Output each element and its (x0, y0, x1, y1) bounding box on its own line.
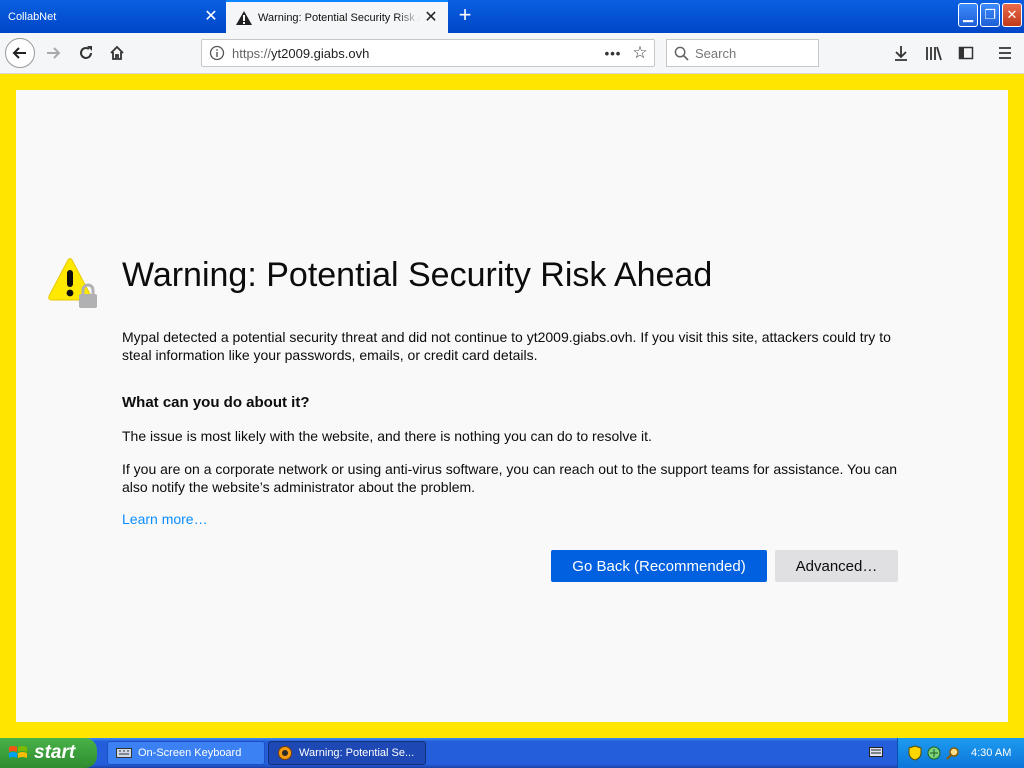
reload-button[interactable] (72, 39, 100, 67)
library-button[interactable] (920, 39, 948, 67)
search-bar[interactable]: Search (666, 39, 819, 67)
window-controls: ▁ ❐ ✕ (958, 3, 1022, 27)
magnifier-icon[interactable] (946, 746, 960, 760)
task-label: On-Screen Keyboard (138, 747, 242, 759)
home-icon (110, 45, 124, 60)
home-button[interactable] (103, 39, 131, 67)
network-icon[interactable] (927, 746, 941, 760)
subheading: What can you do about it? (122, 394, 310, 411)
bookmark-star-icon[interactable]: ☆ (626, 43, 654, 63)
browser-icon (278, 746, 292, 760)
restore-button[interactable]: ❐ (980, 3, 1000, 27)
library-icon (926, 46, 942, 61)
arrow-left-icon (12, 47, 26, 59)
windows-logo-icon (9, 746, 27, 758)
url-text[interactable]: https://yt2009.giabs.ovh (232, 46, 600, 61)
taskbar-item-browser[interactable]: Warning: Potential Se... (268, 741, 426, 765)
search-icon (667, 46, 695, 61)
tab-strip: CollabNet ✕ Warning: Potential Security … (0, 0, 1024, 33)
clock: 4:30 AM (971, 747, 1012, 759)
taskbar: start On-Screen Keyboard Warning: Potent… (0, 738, 1024, 768)
sidebar-button[interactable] (952, 39, 980, 67)
explanation-text: The issue is most likely with the websit… (122, 428, 652, 444)
page-actions-icon[interactable]: ••• (600, 46, 626, 61)
warning-lock-icon (48, 258, 97, 308)
hamburger-menu-icon (999, 47, 1011, 59)
download-icon (895, 46, 907, 61)
info-icon[interactable] (202, 45, 232, 61)
arrow-right-icon (47, 47, 61, 59)
navigation-toolbar: https://yt2009.giabs.ovh ••• ☆ Search (0, 33, 1024, 74)
start-button[interactable]: start (0, 738, 97, 768)
tab-security-warning[interactable]: Warning: Potential Security Risk Ahead ✕ (226, 0, 448, 33)
system-tray: 4:30 AM (897, 738, 1024, 768)
task-label: Warning: Potential Se... (299, 747, 415, 759)
keyboard-tray-icon[interactable] (869, 747, 883, 757)
tab-title: CollabNet (8, 10, 57, 23)
close-window-button[interactable]: ✕ (1002, 3, 1022, 27)
forward-button[interactable] (39, 39, 67, 67)
back-button[interactable] (5, 38, 35, 68)
advanced-button[interactable]: Advanced… (775, 550, 898, 582)
start-label: start (34, 742, 76, 763)
sidebar-icon (958, 46, 974, 60)
tab-collabnet[interactable]: CollabNet ✕ (0, 0, 226, 33)
shield-icon[interactable] (908, 745, 922, 761)
learn-more-link[interactable]: Learn more… (122, 511, 208, 527)
downloads-button[interactable] (887, 39, 915, 67)
keyboard-icon (116, 748, 132, 758)
url-bar[interactable]: https://yt2009.giabs.ovh ••• ☆ (201, 39, 655, 67)
new-tab-button[interactable]: + (452, 4, 478, 28)
page-title: Warning: Potential Security Risk Ahead (122, 256, 713, 294)
intro-text: Mypal detected a potential security thre… (122, 329, 891, 363)
error-page: Warning: Potential Security Risk Ahead M… (16, 90, 1008, 722)
advice-text: If you are on a corporate network or usi… (122, 461, 898, 495)
close-tab-icon[interactable]: ✕ (420, 9, 442, 26)
close-tab-icon[interactable]: ✕ (200, 8, 222, 25)
reload-icon (80, 46, 92, 59)
menu-button[interactable] (991, 39, 1019, 67)
search-placeholder: Search (695, 45, 737, 61)
tab-title: Warning: Potential Security Risk Ahead (258, 11, 420, 24)
taskbar-item-on-screen-keyboard[interactable]: On-Screen Keyboard (107, 741, 265, 765)
warning-icon (236, 10, 252, 25)
minimize-button[interactable]: ▁ (958, 3, 978, 27)
go-back-button[interactable]: Go Back (Recommended) (551, 550, 767, 582)
